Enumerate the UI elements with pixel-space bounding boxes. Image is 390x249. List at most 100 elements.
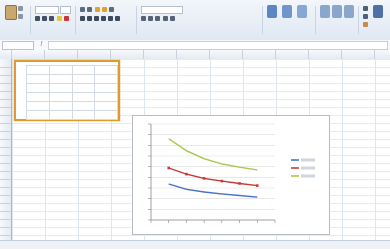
insert-cells-icon[interactable] [320,5,330,18]
table-cell[interactable] [48,83,73,93]
delete-cells-icon[interactable] [332,5,342,18]
column-header-cell[interactable] [111,50,144,59]
fill-icon[interactable] [363,14,368,19]
cells-group [318,3,356,36]
sort-filter-icon[interactable] [373,5,383,18]
table-cell[interactable] [26,83,50,93]
table-cell[interactable] [26,74,50,84]
function-icon[interactable]: ƒ [40,41,43,47]
legend-label-placeholder [301,174,315,178]
decrease-indent-icon[interactable] [101,16,106,21]
column-header-cell[interactable] [309,50,342,59]
table-row [26,65,118,75]
data-table [26,65,118,120]
column-header-cell[interactable] [177,50,210,59]
cut-icon[interactable] [18,6,23,11]
select-all-corner[interactable] [0,50,12,59]
align-left-icon[interactable] [80,16,85,21]
table-cell[interactable] [26,92,50,102]
ribbon-separator [358,6,359,34]
font-size-box[interactable] [60,6,71,14]
ribbon-separator [75,6,76,34]
formula-input[interactable] [48,41,388,50]
ribbon-separator [136,6,137,34]
column-header-cell[interactable] [375,50,390,59]
copy-icon[interactable] [18,14,23,19]
alignment-group [78,3,134,36]
column-header-cell[interactable] [12,50,45,59]
table-cell[interactable] [26,101,50,111]
column-header-cell[interactable] [276,50,309,59]
justify-icon[interactable] [115,16,120,21]
format-cells-icon[interactable] [344,5,354,18]
table-cell[interactable] [48,92,73,102]
font-name-box[interactable] [35,6,59,14]
ribbon-separator [30,6,31,34]
merge-icon[interactable] [109,7,114,12]
ribbon-separator [262,6,263,34]
fill-color-icon[interactable] [57,16,62,21]
align-center-icon[interactable] [87,16,92,21]
series-marker [202,177,206,180]
selected-data-range[interactable] [14,60,120,121]
comma-icon[interactable] [155,16,160,21]
table-cell[interactable] [48,101,73,111]
table-cell[interactable] [94,65,118,75]
column-header-cell[interactable] [45,50,78,59]
table-cell[interactable] [71,74,96,84]
line-chart [148,123,315,223]
currency-icon[interactable] [141,16,146,21]
format-as-table-icon[interactable] [282,5,292,18]
name-box[interactable] [2,41,34,50]
table-cell[interactable] [94,110,118,120]
table-cell[interactable] [71,83,96,93]
wrap-text-icon[interactable] [102,7,107,12]
chart-area[interactable] [132,115,330,235]
table-row [26,74,118,84]
clear-icon[interactable] [363,22,368,27]
table-cell[interactable] [71,101,96,111]
table-cell[interactable] [71,110,96,120]
conditional-formatting-icon[interactable] [267,5,277,18]
orientation-icon[interactable] [95,7,100,12]
series-marker [185,172,188,176]
table-cell[interactable] [48,74,73,84]
column-header-cell[interactable] [144,50,177,59]
table-cell[interactable] [48,65,73,75]
series-marker [220,179,224,183]
table-cell[interactable] [48,110,73,120]
number-format-box[interactable] [141,6,183,14]
styles-group [265,3,313,36]
plot-area [151,124,275,220]
table-cell[interactable] [94,74,118,84]
increase-decimal-icon[interactable] [163,16,168,21]
table-cell[interactable] [26,110,50,120]
table-cell[interactable] [94,92,118,102]
table-cell[interactable] [71,92,96,102]
table-row [26,110,118,120]
series-marker [167,166,171,170]
bold-icon[interactable] [35,16,40,21]
column-header-cell[interactable] [243,50,276,59]
series-marker [255,184,259,187]
decrease-decimal-icon[interactable] [170,16,175,21]
underline-icon[interactable] [49,16,54,21]
align-top-icon[interactable] [80,7,85,12]
column-header-cell[interactable] [210,50,243,59]
percent-icon[interactable] [148,16,153,21]
column-header-cell[interactable] [342,50,375,59]
paste-icon[interactable] [5,5,17,20]
table-cell[interactable] [94,83,118,93]
increase-indent-icon[interactable] [108,16,113,21]
column-header-cell[interactable] [78,50,111,59]
autosum-icon[interactable] [363,6,368,11]
font-color-icon[interactable] [64,16,69,21]
cell-styles-icon[interactable] [297,5,307,18]
editing-group [361,3,389,36]
table-cell[interactable] [26,65,50,75]
align-right-icon[interactable] [94,16,99,21]
table-cell[interactable] [71,65,96,75]
table-cell[interactable] [94,101,118,111]
align-middle-icon[interactable] [87,7,92,12]
italic-icon[interactable] [42,16,47,21]
